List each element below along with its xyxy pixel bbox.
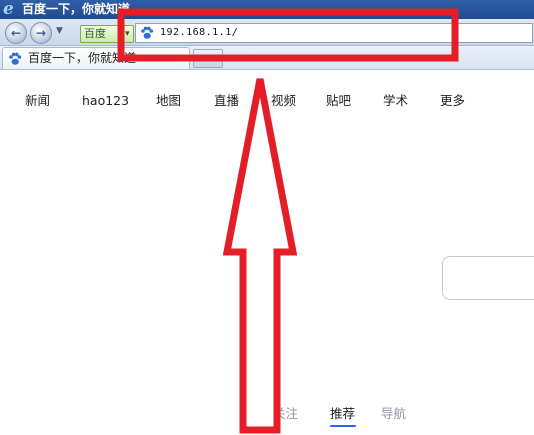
chevron-down-icon[interactable]: ▾ [125,26,130,42]
history-dropdown-icon[interactable]: ▼ [56,26,63,36]
navigation-bar: ← → ▼ 百度 ▾ 192.168.1.1/ [0,19,534,46]
address-bar[interactable]: 192.168.1.1/ [135,23,533,43]
nav-link-live[interactable]: 直播 [214,91,239,111]
address-url[interactable]: 192.168.1.1/ [160,25,238,41]
feed-tab-following[interactable]: 我的关注 [248,404,298,424]
forward-button[interactable]: → [30,22,52,44]
baidu-paw-icon [9,52,22,65]
nav-link-xueshu[interactable]: 学术 [383,91,408,111]
nav-link-tieba[interactable]: 贴吧 [326,91,351,111]
active-tab-underline [330,425,356,427]
nav-link-hao123[interactable]: hao123 [82,91,129,111]
baidu-toolbar-label: 百度 [84,27,106,40]
tab-bar: 百度一下，你就知道 × [0,46,534,70]
nav-link-video[interactable]: 视频 [271,91,296,111]
feed-tab-recommended[interactable]: 推荐 [330,404,355,424]
ie-logo-icon: e [3,0,14,19]
feed-tabs: 我的关注 推荐 导航 [0,404,534,427]
title-bar: e 百度一下，你就知道 [0,0,534,19]
new-tab-button[interactable] [193,49,223,68]
nav-link-news[interactable]: 新闻 [25,91,50,111]
feed-tab-navigation[interactable]: 导航 [381,404,406,424]
tab-label: 百度一下，你就知道 [28,51,137,65]
close-icon[interactable]: × [175,48,184,69]
nav-link-map[interactable]: 地图 [156,91,181,111]
up-arrow-icon [222,78,298,434]
search-input[interactable] [442,256,534,300]
back-button[interactable]: ← [5,22,27,44]
nav-link-more[interactable]: 更多 [440,91,465,111]
baidu-toolbar-button[interactable]: 百度 ▾ [80,25,134,43]
baidu-paw-icon [141,26,154,39]
baidu-top-nav: 新闻 hao123 地图 直播 视频 贴吧 学术 更多 [0,91,534,111]
browser-window: e 百度一下，你就知道 ← → ▼ 百度 ▾ 192.168.1.1/ 百度一下… [0,0,534,435]
window-title: 百度一下，你就知道 [22,2,131,16]
tab-baidu[interactable]: 百度一下，你就知道 × [2,47,190,69]
